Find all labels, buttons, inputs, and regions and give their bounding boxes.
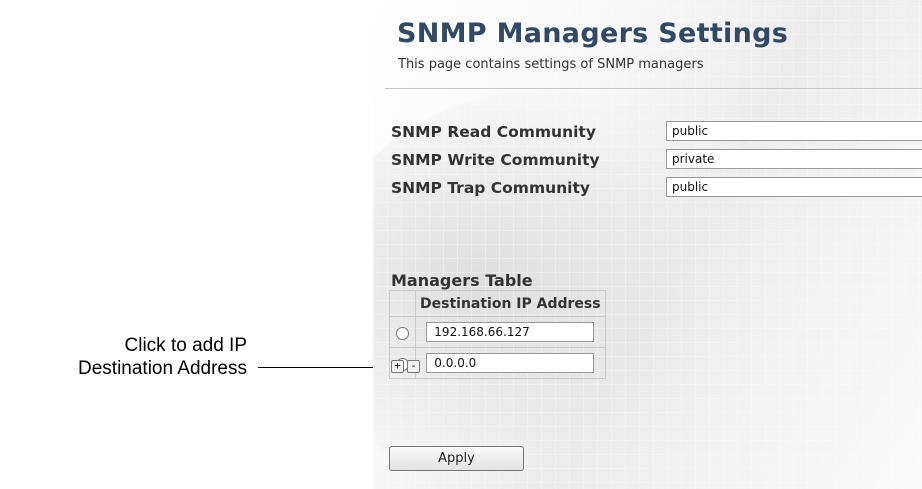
row-select-cell bbox=[389, 316, 416, 348]
destination-ip-cell bbox=[415, 316, 606, 348]
destination-ip-header: Destination IP Address bbox=[415, 290, 606, 317]
page-title: SNMP Managers Settings bbox=[397, 18, 789, 49]
add-row-button[interactable]: + bbox=[391, 360, 404, 373]
table-row bbox=[389, 347, 606, 379]
destination-ip-input[interactable] bbox=[426, 353, 595, 373]
apply-button[interactable]: Apply bbox=[389, 446, 524, 471]
row-select-radio[interactable] bbox=[396, 326, 409, 340]
destination-ip-cell bbox=[415, 347, 606, 379]
destination-ip-input[interactable] bbox=[426, 322, 595, 342]
trap-community-label: SNMP Trap Community bbox=[391, 179, 591, 197]
page-subtitle: This page contains settings of SNMP mana… bbox=[398, 57, 704, 72]
callout-line-2: Destination Address bbox=[78, 358, 247, 379]
read-community-label: SNMP Read Community bbox=[391, 123, 596, 141]
trap-community-input[interactable] bbox=[666, 177, 922, 197]
callout-pointer-line bbox=[258, 367, 373, 368]
table-header-row: Destination IP Address bbox=[389, 290, 606, 317]
remove-row-button[interactable]: - bbox=[407, 360, 420, 373]
callout-line-1: Click to add IP bbox=[124, 335, 248, 356]
title-divider bbox=[385, 88, 922, 89]
read-community-input[interactable] bbox=[666, 121, 922, 141]
managers-table-title: Managers Table bbox=[391, 271, 533, 290]
managers-table: Destination IP Address bbox=[389, 290, 606, 379]
snmp-managers-panel: SNMP Managers Settings This page contain… bbox=[373, 0, 922, 489]
select-column-header bbox=[389, 290, 416, 317]
callout-annotation: Click to add IP Destination Address bbox=[0, 334, 247, 380]
table-row bbox=[389, 316, 606, 348]
write-community-label: SNMP Write Community bbox=[391, 151, 600, 169]
write-community-input[interactable] bbox=[666, 149, 922, 169]
background-texture bbox=[373, 0, 922, 489]
